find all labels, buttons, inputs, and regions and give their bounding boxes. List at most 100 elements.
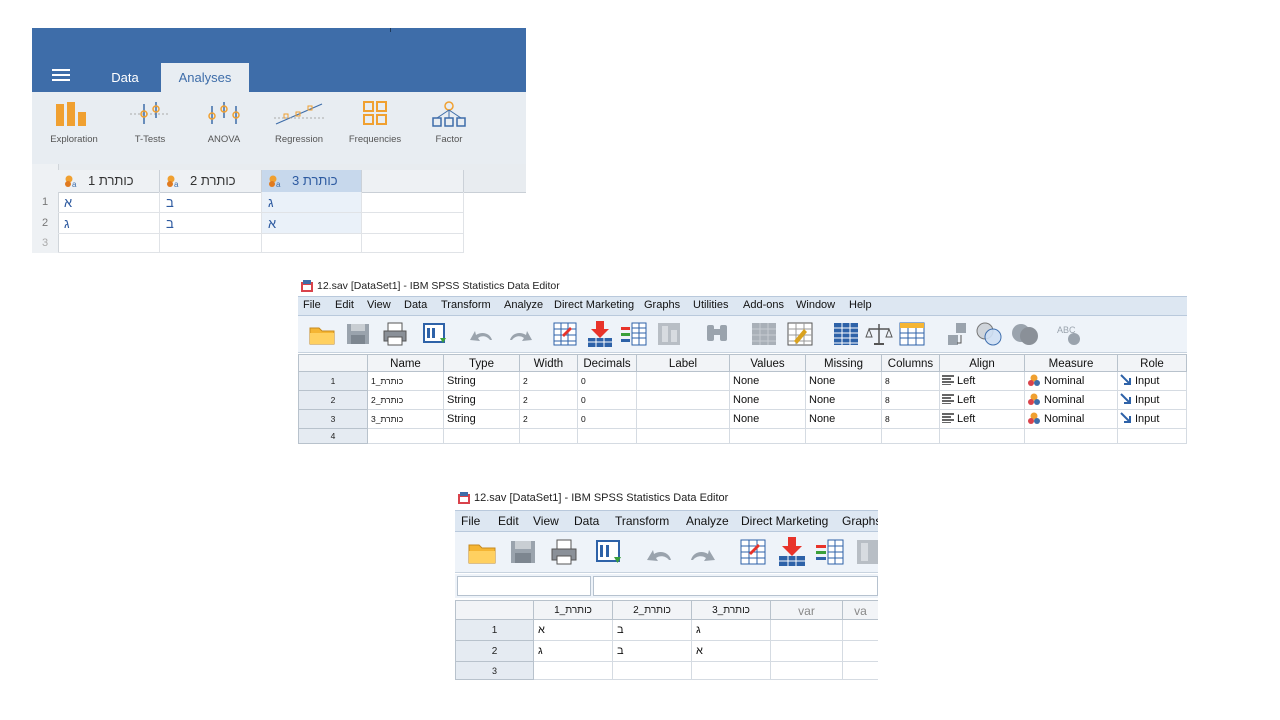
cell-label[interactable] bbox=[637, 372, 730, 391]
row-number[interactable]: 2 bbox=[298, 391, 368, 410]
run-descriptives-icon[interactable] bbox=[855, 538, 878, 566]
menu-graphs[interactable]: Graphs bbox=[842, 514, 878, 528]
grid-cell[interactable] bbox=[692, 662, 771, 680]
column-header-values[interactable]: Values bbox=[730, 354, 806, 372]
menu-edit[interactable]: Edit bbox=[498, 514, 519, 528]
cell-decimals[interactable]: 0 bbox=[578, 410, 637, 429]
column-header-empty[interactable] bbox=[362, 170, 464, 192]
grid-cell[interactable] bbox=[262, 234, 362, 253]
column-header-1[interactable]: a כותרת 1 bbox=[58, 170, 160, 192]
hamburger-menu-icon[interactable] bbox=[52, 69, 70, 81]
cell-label[interactable] bbox=[637, 410, 730, 429]
cell-values[interactable]: None bbox=[730, 391, 806, 410]
grid-cell[interactable] bbox=[806, 429, 882, 444]
undo-icon[interactable] bbox=[468, 324, 496, 344]
menu-transform[interactable]: Transform bbox=[615, 514, 669, 528]
grid-cell[interactable] bbox=[940, 429, 1025, 444]
go-to-case-icon[interactable] bbox=[552, 321, 580, 347]
menu-graphs[interactable]: Graphs bbox=[644, 299, 680, 311]
menu-utilities[interactable]: Utilities bbox=[693, 299, 728, 311]
grid-cell[interactable] bbox=[444, 429, 520, 444]
row-number[interactable]: 1 bbox=[455, 620, 534, 641]
select-cases-icon[interactable] bbox=[898, 321, 926, 347]
column-header-var1[interactable]: כותרת_1 bbox=[534, 600, 613, 620]
menu-direct-marketing[interactable]: Direct Marketing bbox=[741, 514, 828, 528]
grid-cell[interactable] bbox=[520, 429, 578, 444]
column-header-2[interactable]: a כותרת 2 bbox=[160, 170, 262, 192]
cell-values[interactable]: None bbox=[730, 410, 806, 429]
grid-cell[interactable] bbox=[362, 192, 464, 213]
cell-label[interactable] bbox=[637, 391, 730, 410]
row-number[interactable]: 3 bbox=[32, 234, 59, 253]
menu-file[interactable]: File bbox=[461, 514, 480, 528]
column-header-width[interactable]: Width bbox=[520, 354, 578, 372]
cell-type[interactable]: String bbox=[444, 372, 520, 391]
cell-width[interactable]: 2 bbox=[520, 372, 578, 391]
grid-cell[interactable] bbox=[362, 213, 464, 234]
save-icon[interactable] bbox=[510, 540, 536, 564]
factor-button[interactable]: Factor bbox=[413, 100, 485, 160]
grid-cell[interactable] bbox=[730, 429, 806, 444]
cell-decimals[interactable]: 0 bbox=[578, 391, 637, 410]
grid-cell[interactable] bbox=[843, 662, 878, 680]
column-header-align[interactable]: Align bbox=[940, 354, 1025, 372]
open-folder-icon[interactable] bbox=[467, 538, 497, 566]
split-file-icon[interactable] bbox=[832, 321, 860, 347]
cell-missing[interactable]: None bbox=[806, 391, 882, 410]
open-folder-icon[interactable] bbox=[308, 321, 336, 347]
grid-cell[interactable] bbox=[368, 429, 444, 444]
row-number[interactable]: 1 bbox=[298, 372, 368, 391]
cell-width[interactable]: 2 bbox=[520, 391, 578, 410]
cell-role[interactable]: Input bbox=[1118, 410, 1187, 429]
grid-cell[interactable]: א bbox=[262, 213, 362, 234]
grid-cell[interactable] bbox=[771, 641, 843, 662]
grid-cell[interactable] bbox=[613, 662, 692, 680]
grid-cell[interactable]: ב bbox=[160, 213, 262, 234]
row-number[interactable]: 3 bbox=[298, 410, 368, 429]
menu-view[interactable]: View bbox=[367, 299, 391, 311]
cell-role[interactable]: Input bbox=[1118, 372, 1187, 391]
cell-name[interactable]: כותרת_1 bbox=[368, 372, 444, 391]
spell-check-icon[interactable]: ABC bbox=[1054, 321, 1084, 347]
grid-cell[interactable]: ג bbox=[262, 192, 362, 213]
cell-measure[interactable]: Nominal bbox=[1025, 410, 1118, 429]
column-header-3[interactable]: a כותרת 3 bbox=[262, 170, 362, 192]
cell-measure[interactable]: Nominal bbox=[1025, 372, 1118, 391]
grid-cell[interactable] bbox=[362, 234, 464, 253]
grid-cell[interactable] bbox=[1118, 429, 1187, 444]
cell-columns[interactable]: 8 bbox=[882, 410, 940, 429]
grid-cell[interactable]: ג bbox=[692, 620, 771, 641]
column-header-columns[interactable]: Columns bbox=[882, 354, 940, 372]
grid-cell[interactable] bbox=[637, 429, 730, 444]
exploration-button[interactable]: Exploration bbox=[38, 100, 110, 160]
regression-button[interactable]: Regression bbox=[263, 100, 335, 160]
row-number[interactable]: 1 bbox=[32, 192, 59, 213]
insert-cases-icon[interactable] bbox=[750, 321, 778, 347]
grid-cell[interactable] bbox=[58, 234, 160, 253]
column-header-label[interactable]: Label bbox=[637, 354, 730, 372]
column-header-decimals[interactable]: Decimals bbox=[578, 354, 637, 372]
cell-name[interactable]: כותרת_2 bbox=[368, 391, 444, 410]
go-to-variable-icon[interactable] bbox=[777, 536, 807, 568]
show-all-variables-icon[interactable] bbox=[1010, 321, 1040, 347]
menu-analyze[interactable]: Analyze bbox=[686, 514, 729, 528]
go-to-case-icon[interactable] bbox=[739, 538, 769, 566]
column-header-var[interactable]: va bbox=[843, 600, 878, 620]
row-number[interactable]: 2 bbox=[455, 641, 534, 662]
print-icon[interactable] bbox=[550, 538, 578, 566]
t-tests-button[interactable]: T-Tests bbox=[114, 100, 186, 160]
grid-cell[interactable]: ב bbox=[613, 641, 692, 662]
cell-missing[interactable]: None bbox=[806, 410, 882, 429]
go-to-variable-icon[interactable] bbox=[586, 320, 614, 348]
column-header-type[interactable]: Type bbox=[444, 354, 520, 372]
menu-data[interactable]: Data bbox=[404, 299, 427, 311]
grid-cell[interactable]: ג bbox=[534, 641, 613, 662]
grid-cell[interactable] bbox=[771, 620, 843, 641]
tab-analyses[interactable]: Analyses bbox=[161, 63, 249, 92]
tab-data[interactable]: Data bbox=[100, 63, 150, 92]
column-header-var2[interactable]: כותרת_2 bbox=[613, 600, 692, 620]
run-descriptives-icon[interactable] bbox=[656, 321, 684, 347]
grid-cell[interactable]: ג bbox=[58, 213, 160, 234]
variables-icon[interactable] bbox=[815, 538, 845, 566]
grid-cell[interactable]: ב bbox=[613, 620, 692, 641]
